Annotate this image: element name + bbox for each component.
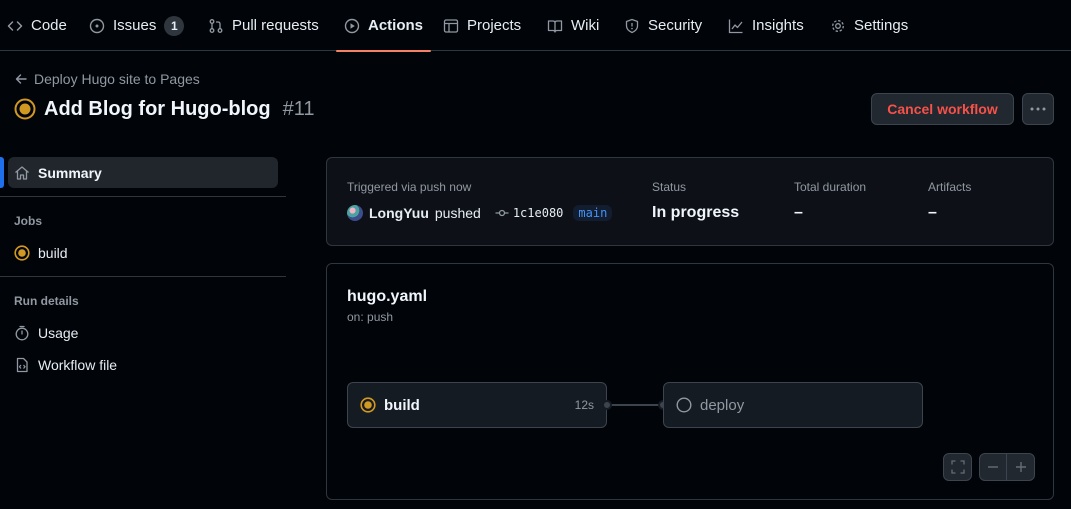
- sidebar-item-workflow-file[interactable]: Workflow file: [14, 357, 117, 373]
- file-code-icon: [14, 357, 30, 373]
- shield-icon: [624, 18, 640, 34]
- sidebar-usage-label: Usage: [38, 325, 79, 341]
- zoom-controls: [979, 453, 1035, 481]
- duration-label: Total duration: [794, 180, 867, 194]
- pending-circle-icon: [676, 397, 692, 413]
- run-number: #11: [282, 97, 315, 120]
- table-icon: [443, 18, 459, 34]
- action-text: pushed: [434, 205, 481, 221]
- tab-settings-label: Settings: [854, 17, 909, 34]
- run-title: Add Blog for Hugo-blog: [44, 97, 271, 120]
- tab-actions[interactable]: Actions: [335, 0, 432, 52]
- tab-pull-requests[interactable]: Pull requests: [208, 0, 319, 51]
- workflow-name: hugo.yaml: [347, 288, 428, 305]
- plus-icon: [1015, 462, 1026, 472]
- job-node-deploy[interactable]: deploy: [663, 382, 923, 428]
- actor-name[interactable]: LongYuu: [369, 205, 429, 221]
- sidebar-active-marker: [0, 157, 4, 188]
- connector-dot: [602, 400, 612, 410]
- more-options-button[interactable]: [1022, 93, 1054, 125]
- minus-icon: [988, 466, 998, 468]
- tab-issues[interactable]: Issues 1: [89, 0, 185, 51]
- sidebar-item-summary[interactable]: Summary: [8, 157, 278, 188]
- tab-settings[interactable]: Settings: [830, 0, 908, 51]
- in-progress-icon: [360, 397, 376, 413]
- gear-icon: [830, 18, 846, 34]
- cancel-workflow-button[interactable]: Cancel workflow: [871, 93, 1014, 125]
- sidebar-divider: [0, 196, 286, 197]
- sidebar-workflow-file-label: Workflow file: [38, 357, 118, 373]
- page-title: Add Blog for Hugo-blog #11: [14, 96, 315, 122]
- graph-icon: [728, 18, 744, 34]
- back-link-label: Deploy Hugo site to Pages: [34, 71, 200, 87]
- tab-projects[interactable]: Projects: [443, 0, 521, 51]
- play-icon: [344, 18, 360, 34]
- sidebar-item-usage[interactable]: Usage: [14, 325, 78, 341]
- artifacts-label: Artifacts: [928, 180, 972, 194]
- back-to-workflow-link[interactable]: Deploy Hugo site to Pages: [14, 71, 200, 87]
- issue-opened-icon: [89, 18, 105, 34]
- sidebar-build-label: build: [38, 245, 68, 261]
- book-icon: [547, 18, 563, 34]
- tab-projects-label: Projects: [467, 17, 522, 34]
- commit-sha: 1c1e080: [512, 206, 564, 220]
- tab-code[interactable]: Code: [7, 0, 67, 51]
- tab-insights-label: Insights: [752, 17, 804, 34]
- issues-counter: 1: [164, 15, 185, 36]
- screen-full-icon: [950, 460, 965, 474]
- tab-pull-requests-label: Pull requests: [232, 17, 319, 34]
- zoom-in-button[interactable]: [1007, 454, 1034, 480]
- jobs-heading: Jobs: [14, 214, 43, 228]
- job-name: deploy: [700, 396, 745, 414]
- job-node-build[interactable]: build 12s: [347, 382, 607, 428]
- in-progress-icon: [14, 245, 30, 261]
- home-icon: [14, 165, 30, 181]
- status-label: Status: [652, 180, 687, 194]
- tab-wiki[interactable]: Wiki: [547, 0, 599, 51]
- artifacts-value: –: [928, 204, 937, 221]
- status-value: In progress: [652, 204, 740, 221]
- tab-wiki-label: Wiki: [571, 17, 600, 34]
- run-details-heading: Run details: [14, 294, 79, 308]
- tab-issues-label: Issues: [113, 17, 157, 34]
- job-connector: [607, 404, 663, 406]
- tab-code-label: Code: [31, 17, 67, 34]
- tab-security[interactable]: Security: [624, 0, 702, 51]
- sidebar-summary-label: Summary: [38, 164, 102, 181]
- commit-link[interactable]: 1c1e080: [495, 206, 564, 220]
- run-summary-card: Triggered via push now LongYuu pushed 1c…: [326, 157, 1054, 246]
- stopwatch-icon: [14, 325, 30, 341]
- trigger-label: Triggered via push now: [347, 180, 472, 194]
- branch-badge[interactable]: main: [573, 205, 613, 221]
- tab-security-label: Security: [648, 17, 703, 34]
- sidebar-item-build-job[interactable]: build: [14, 245, 68, 261]
- arrow-left-icon: [14, 72, 28, 86]
- avatar[interactable]: [347, 205, 363, 221]
- zoom-out-button[interactable]: [980, 454, 1007, 480]
- code-icon: [7, 18, 23, 34]
- in-progress-icon: [14, 98, 36, 120]
- job-duration: 12s: [574, 398, 594, 412]
- trigger-details: LongYuu pushed 1c1e080 main: [347, 205, 613, 221]
- workflow-graph-card: hugo.yaml on: push build 12s deploy: [326, 263, 1054, 500]
- workflow-trigger: on: push: [347, 310, 394, 324]
- sidebar-divider: [0, 276, 286, 277]
- fullscreen-button[interactable]: [943, 453, 972, 481]
- job-name: build: [384, 396, 420, 414]
- tab-actions-label: Actions: [368, 17, 424, 34]
- tab-insights[interactable]: Insights: [728, 0, 804, 51]
- git-commit-icon: [495, 206, 509, 220]
- kebab-horizontal-icon: [1030, 107, 1046, 111]
- git-pull-request-icon: [208, 18, 224, 34]
- duration-value: –: [794, 204, 803, 221]
- repo-nav: Code Issues 1 Pull requests Actions Proj…: [0, 0, 1071, 52]
